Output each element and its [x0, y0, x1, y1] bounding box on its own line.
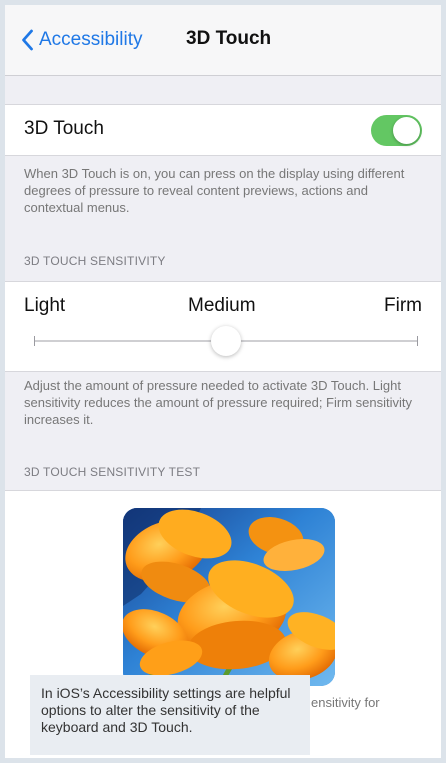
sensitivity-description: Adjust the amount of pressure needed to … — [24, 378, 412, 427]
flower-photo — [123, 508, 335, 686]
back-button[interactable]: Accessibility — [19, 26, 142, 54]
sensitivity-control: Light Medium Firm — [5, 281, 441, 372]
sensitivity-section-header: 3D TOUCH SENSITIVITY — [24, 254, 166, 268]
medium-label: Medium — [188, 295, 256, 316]
sensitivity-slider-thumb[interactable] — [211, 326, 241, 356]
flower-preview-image[interactable] — [123, 508, 335, 686]
slider-left-tick — [34, 336, 35, 346]
sensitivity-test-header: 3D TOUCH SENSITIVITY TEST — [24, 465, 201, 479]
article-caption: In iOS’s Accessibility settings are help… — [30, 675, 310, 755]
test-partial-text: ensitivity for — [311, 695, 380, 710]
sensitivity-slider[interactable] — [34, 326, 418, 356]
page-title: 3D Touch — [186, 28, 272, 49]
3d-touch-setting-row: 3D Touch — [5, 104, 441, 156]
3d-touch-toggle[interactable] — [371, 115, 422, 146]
chevron-left-icon — [22, 29, 33, 51]
navigation-bar: Accessibility 3D Touch — [5, 5, 441, 76]
light-label: Light — [24, 295, 66, 316]
3d-touch-description: When 3D Touch is on, you can press on th… — [24, 166, 405, 215]
firm-label: Firm — [384, 295, 422, 316]
3d-touch-label: 3D Touch — [24, 118, 104, 139]
settings-screen: Accessibility 3D Touch 3D Touch When 3D … — [5, 5, 441, 758]
back-button-label: Accessibility — [39, 29, 143, 50]
slider-right-tick — [417, 336, 418, 346]
toggle-knob — [393, 117, 420, 144]
